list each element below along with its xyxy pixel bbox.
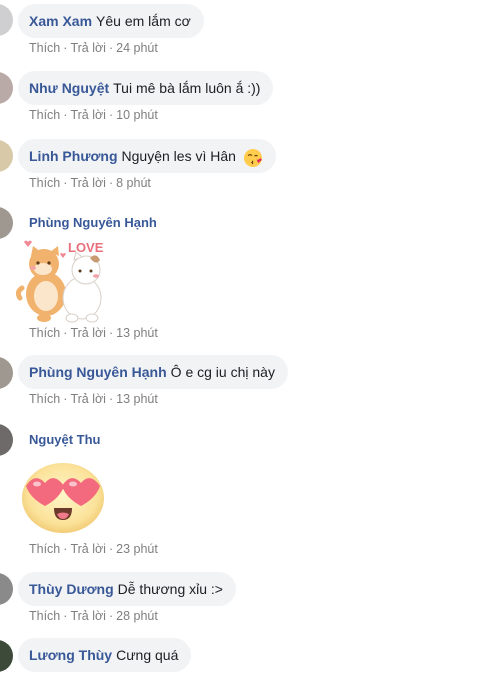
reply-link[interactable]: Trả lời bbox=[70, 176, 106, 190]
comment-actions: Thích · Trả lời · 28 phút bbox=[29, 609, 158, 623]
comment-bubble: Linh Phương Nguyện les vì Hân bbox=[18, 139, 276, 173]
comment-actions: Thích · Trả lời · 23 phút bbox=[29, 542, 158, 556]
reply-link[interactable]: Trả lời bbox=[70, 392, 106, 406]
heart-eyes-emoji-sticker bbox=[20, 458, 106, 534]
like-link[interactable]: Thích bbox=[29, 41, 60, 55]
comment-bubble: Như Nguyệt Tui mê bà lắm luôn ắ :)) bbox=[18, 71, 274, 105]
comment-bubble: Thùy Dương Dễ thương xỉu :> bbox=[18, 572, 236, 606]
commenter-name[interactable]: Nguyệt Thu bbox=[29, 432, 101, 447]
comment-actions: Thích · Trả lời · 8 phút bbox=[29, 176, 151, 190]
avatar[interactable] bbox=[0, 140, 13, 172]
timestamp[interactable]: 23 phút bbox=[116, 542, 158, 556]
comment-text: Cưng quá bbox=[116, 647, 179, 663]
timestamp[interactable]: 8 phút bbox=[116, 176, 151, 190]
timestamp[interactable]: 10 phút bbox=[116, 108, 158, 122]
commenter-name[interactable]: Phùng Nguyên Hạnh bbox=[29, 364, 167, 380]
commenter-name[interactable]: Lương Thùy bbox=[29, 647, 112, 663]
comment-bubble: Lương Thùy Cưng quá bbox=[18, 638, 192, 672]
comment-text: Yêu em lắm cơ bbox=[96, 13, 191, 29]
like-link[interactable]: Thích bbox=[29, 392, 60, 406]
avatar[interactable] bbox=[0, 4, 13, 36]
avatar[interactable] bbox=[0, 207, 13, 239]
commenter-name[interactable]: Linh Phương bbox=[29, 148, 118, 164]
comment-actions: Thích · Trả lời · 13 phút bbox=[29, 392, 158, 406]
commenter-name[interactable]: Phùng Nguyên Hạnh bbox=[29, 215, 157, 230]
commenter-name[interactable]: Thùy Dương bbox=[29, 581, 114, 597]
like-link[interactable]: Thích bbox=[29, 176, 60, 190]
reply-link[interactable]: Trả lời bbox=[70, 542, 106, 556]
comment-text: Nguyện les vì Hân bbox=[121, 148, 236, 164]
comment-text: Dễ thương xỉu :> bbox=[117, 581, 223, 597]
love-cats-sticker: LOVE bbox=[15, 236, 110, 324]
comment-text: Ô e cg iu chị này bbox=[170, 364, 275, 380]
avatar[interactable] bbox=[0, 424, 13, 456]
comment-bubble: Xam Xam Yêu em lắm cơ bbox=[18, 4, 204, 38]
timestamp[interactable]: 28 phút bbox=[116, 609, 158, 623]
avatar[interactable] bbox=[0, 640, 13, 672]
timestamp[interactable]: 13 phút bbox=[116, 392, 158, 406]
avatar[interactable] bbox=[0, 357, 13, 389]
commenter-name[interactable]: Như Nguyệt bbox=[29, 80, 109, 96]
reply-link[interactable]: Trả lời bbox=[70, 326, 106, 340]
commenter-name[interactable]: Xam Xam bbox=[29, 13, 92, 29]
avatar[interactable] bbox=[0, 72, 13, 104]
like-link[interactable]: Thích bbox=[29, 609, 60, 623]
reply-link[interactable]: Trả lời bbox=[70, 108, 106, 122]
kissing-heart-emoji-icon bbox=[243, 146, 263, 168]
comment-actions: Thích · Trả lời · 10 phút bbox=[29, 108, 158, 122]
like-link[interactable]: Thích bbox=[29, 108, 60, 122]
like-link[interactable]: Thích bbox=[29, 542, 60, 556]
comment-actions: Thích · Trả lời · 13 phút bbox=[29, 326, 158, 340]
reply-link[interactable]: Trả lời bbox=[70, 609, 106, 623]
comment-text: Tui mê bà lắm luôn ắ :)) bbox=[113, 80, 261, 96]
comment-actions: Thích · Trả lời · 24 phút bbox=[29, 41, 158, 55]
reply-link[interactable]: Trả lời bbox=[70, 41, 106, 55]
avatar[interactable] bbox=[0, 573, 13, 605]
timestamp[interactable]: 24 phút bbox=[116, 41, 158, 55]
like-link[interactable]: Thích bbox=[29, 326, 60, 340]
comment-bubble: Phùng Nguyên Hạnh Ô e cg iu chị này bbox=[18, 355, 288, 389]
timestamp[interactable]: 13 phút bbox=[116, 326, 158, 340]
sticker-text: LOVE bbox=[68, 240, 104, 255]
